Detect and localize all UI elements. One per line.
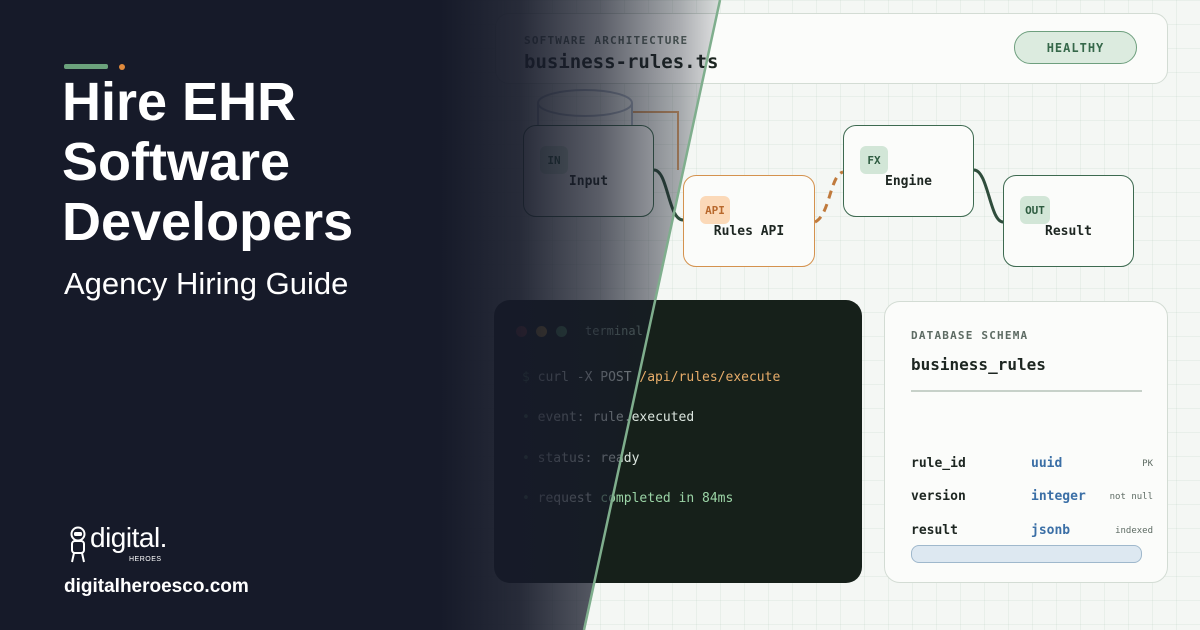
astronaut-icon (70, 526, 86, 563)
accent-dot (119, 64, 125, 70)
terminal-line: • event: rule.executed (522, 410, 695, 425)
flow-node-engine[interactable]: FX Engine (843, 125, 974, 217)
section-label: DATABASE SCHEMA (911, 329, 1029, 342)
node-tag: API (700, 196, 730, 224)
node-label: Engine (885, 174, 932, 189)
hero-title-line: Hire EHR (62, 72, 297, 132)
database-schema-card: DATABASE SCHEMA business_rules rule_id u… (884, 301, 1168, 583)
maximize-dot-icon[interactable] (556, 326, 567, 337)
hero-subtitle: Agency Hiring Guide (64, 266, 349, 301)
file-name: business-rules.ts (524, 51, 719, 73)
column-name: result (911, 523, 958, 538)
node-label: Result (1045, 224, 1092, 239)
architecture-header-card: SOFTWARE ARCHITECTURE business-rules.ts … (495, 13, 1168, 84)
hero-title-line: Developers (62, 192, 354, 252)
schema-row: rule_id uuid PK (911, 456, 1153, 476)
node-tag: OUT (1020, 196, 1050, 224)
column-flag: not null (1109, 492, 1153, 502)
section-label: SOFTWARE ARCHITECTURE (524, 34, 689, 47)
node-tag: IN (540, 146, 568, 174)
column-type: integer (1031, 489, 1086, 504)
column-type: uuid (1031, 456, 1063, 471)
terminal-line: • request completed in 84ms (522, 491, 734, 506)
schema-row: result jsonb indexed (911, 523, 1153, 543)
schema-highlight-bar (911, 545, 1142, 563)
status-badge: HEALTHY (1014, 31, 1137, 64)
terminal-line: • status: ready (522, 451, 640, 466)
node-label: Input (568, 174, 609, 189)
column-type: jsonb (1031, 523, 1071, 538)
column-name: rule_id (911, 456, 966, 471)
schema-row: version integer not null (911, 489, 1153, 509)
logo-wordmark: digital. (90, 522, 167, 553)
node-tag: FX (860, 146, 888, 174)
flow-node-result[interactable]: OUT Result (1003, 175, 1134, 267)
terminal-title: terminal (585, 324, 643, 338)
flow-node-rules-api[interactable]: API Rules API (683, 175, 815, 267)
logo-subtext: HEROES (129, 556, 162, 563)
terminal-line: $ curl -X POST /api/rules/execute (522, 370, 781, 385)
divider (911, 390, 1142, 392)
column-flag: indexed (1115, 526, 1153, 536)
accent-bar (64, 64, 108, 69)
node-label: Rules API (713, 224, 785, 239)
hero-title: Hire EHR Software Developers (62, 72, 482, 252)
minimize-dot-icon[interactable] (536, 326, 547, 337)
digital-heroes-logo[interactable]: digital. HEROES (66, 522, 206, 574)
column-flag: PK (1142, 459, 1153, 469)
terminal-window: terminal $ curl -X POST /api/rules/execu… (494, 300, 862, 583)
column-name: version (911, 489, 966, 504)
flow-node-input[interactable]: IN Input (523, 125, 654, 217)
site-url[interactable]: digitalheroesco.com (64, 576, 249, 598)
table-name: business_rules (911, 355, 1046, 374)
close-dot-icon[interactable] (516, 326, 527, 337)
hero-title-line: Software (62, 132, 291, 192)
